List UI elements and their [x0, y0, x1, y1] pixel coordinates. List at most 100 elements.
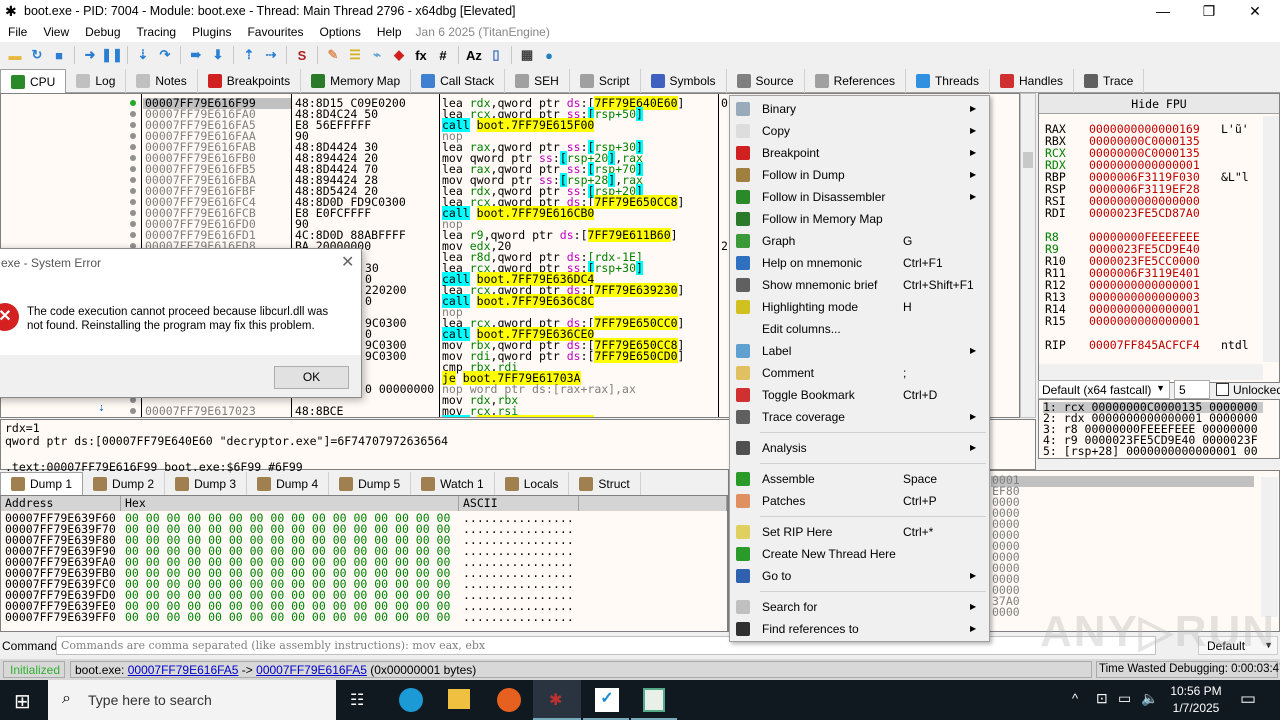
tab-source[interactable]: Source — [727, 69, 805, 93]
dump-header-ascii[interactable]: ASCII — [459, 496, 579, 511]
open-icon[interactable]: ▬ — [6, 46, 24, 64]
trace-into-icon[interactable]: ➠ — [187, 46, 205, 64]
register-row[interactable]: R8 00000000FEEEFEEE — [1045, 230, 1260, 244]
menu-item-set-rip-here[interactable]: Set RIP Here Ctrl+* — [730, 521, 989, 543]
tab-dump-3[interactable]: Dump 3 — [165, 472, 248, 495]
breakpoint-dot-icon[interactable] — [130, 199, 136, 205]
menu-item-assemble[interactable]: Assemble Space — [730, 468, 989, 490]
run-icon[interactable]: ➜ — [81, 46, 99, 64]
register-row[interactable]: R10 0000023FE5CC0000 — [1045, 254, 1260, 268]
minimize-button[interactable]: — — [1140, 0, 1186, 22]
register-row[interactable]: R15 0000000000000001 — [1045, 314, 1260, 328]
arg-count-spinner[interactable]: 5 — [1174, 380, 1210, 399]
device-icon[interactable]: ▯ — [487, 46, 505, 64]
ok-button[interactable]: OK — [274, 366, 349, 389]
argument-row[interactable]: 5: [rsp+28] 0000000000000001 00 — [1043, 445, 1258, 457]
globe-icon[interactable]: ● — [540, 46, 558, 64]
menu-item-search-for[interactable]: Search for ▶ — [730, 596, 989, 618]
register-row[interactable]: RBX 00000000C0000135 — [1045, 134, 1260, 148]
register-row[interactable]: R14 0000000000000001 — [1045, 302, 1260, 316]
trace-over-icon[interactable]: ⬇ — [209, 46, 227, 64]
bookmarks-icon[interactable]: ◆ — [390, 46, 408, 64]
menu-file[interactable]: File — [0, 22, 35, 39]
register-row[interactable]: RDI 0000023FE5CD87A0 — [1045, 206, 1260, 220]
taskbar-x64dbg[interactable]: ✱ — [533, 680, 581, 720]
breakpoint-dot-icon[interactable] — [130, 210, 136, 216]
breakpoint-dot-icon[interactable] — [130, 133, 136, 139]
menu-item-binary[interactable]: Binary ▶ — [730, 98, 989, 120]
notifications-icon[interactable]: ▭ — [1240, 689, 1256, 709]
menu-item-follow-in-disassembler[interactable]: Follow in Disassembler ▶ — [730, 186, 989, 208]
breakpoint-dot-icon[interactable] — [130, 408, 136, 414]
calling-convention-select[interactable]: Default (x64 fastcall) ▼ — [1038, 380, 1170, 399]
tab-trace[interactable]: Trace — [1074, 69, 1145, 93]
breakpoint-dot-icon[interactable] — [130, 111, 136, 117]
breakpoint-dot-icon[interactable] — [130, 166, 136, 172]
tab-dump-4[interactable]: Dump 4 — [247, 472, 330, 495]
comments-icon[interactable]: ☰ — [346, 46, 364, 64]
tab-cpu[interactable]: CPU — [0, 69, 67, 93]
breakpoint-dot-icon[interactable] — [130, 221, 136, 227]
dump-row[interactable]: 00007FF79E639FF0 00 00 00 00 00 00 00 00 … — [5, 611, 574, 623]
close-button[interactable]: ✕ — [1232, 0, 1278, 22]
patches-icon[interactable]: ✎ — [324, 46, 342, 64]
menu-item-create-new-thread-here[interactable]: Create New Thread Here — [730, 543, 989, 565]
menu-item-edit-columns[interactable]: Edit columns... — [730, 318, 989, 340]
dump-header-empty[interactable] — [579, 496, 727, 511]
breakpoint-dot-icon[interactable] — [130, 232, 136, 238]
menu-item-show-mnemonic-brief[interactable]: Show mnemonic brief Ctrl+Shift+F1 — [730, 274, 989, 296]
menu-item-analysis[interactable]: Analysis ▶ — [730, 437, 989, 459]
pause-icon[interactable]: ❚❚ — [101, 46, 123, 64]
tab-symbols[interactable]: Symbols — [641, 69, 727, 93]
breakpoint-dot-icon[interactable] — [130, 177, 136, 183]
menu-item-help-on-mnemonic[interactable]: Help on mnemonic Ctrl+F1 — [730, 252, 989, 274]
menu-item-label[interactable]: Label ▶ — [730, 340, 989, 362]
tray-network-icon[interactable]: ⊡ — [1096, 690, 1108, 707]
tab-locals[interactable]: Locals — [495, 472, 570, 495]
taskbar-app3[interactable] — [631, 680, 677, 720]
volume-icon[interactable]: 🔈 — [1141, 690, 1158, 707]
menu-item-find-references-to[interactable]: Find references to ▶ — [730, 618, 989, 640]
register-value[interactable]: 0000023FE5CD87A0 — [1089, 206, 1200, 220]
stack-scrollbar[interactable] — [1261, 477, 1278, 617]
tab-call-stack[interactable]: Call Stack — [411, 69, 506, 93]
clock-date[interactable]: 1/7/2025 — [1168, 701, 1224, 715]
breakpoint-dot-icon[interactable] — [130, 122, 136, 128]
restart-icon[interactable]: ↻ — [28, 46, 46, 64]
clock-time[interactable]: 10:56 PM — [1168, 684, 1224, 698]
menu-item-patches[interactable]: Patches Ctrl+P — [730, 490, 989, 512]
register-row[interactable]: RSI 0000000000000000 — [1045, 194, 1260, 208]
step-into-icon[interactable]: ⇣ — [134, 46, 152, 64]
register-row[interactable]: R12 0000000000000001 — [1045, 278, 1260, 292]
register-row[interactable]: R9 0000023FE5CD9E40 — [1045, 242, 1260, 256]
command-input[interactable]: Commands are comma separated (like assem… — [56, 636, 1156, 655]
registers-hscrollbar[interactable] — [1039, 364, 1263, 380]
menu-help[interactable]: Help — [369, 22, 410, 39]
calculator-icon[interactable]: ▦ — [518, 46, 536, 64]
edge-icon[interactable] — [399, 688, 423, 712]
tab-struct[interactable]: Struct — [569, 472, 641, 495]
tab-breakpoints[interactable]: Breakpoints — [198, 69, 302, 93]
menu-view[interactable]: View — [35, 22, 77, 39]
menu-item-trace-coverage[interactable]: Trace coverage ▶ — [730, 406, 989, 428]
tab-notes[interactable]: Notes — [126, 69, 198, 93]
disassembly-scrollbar[interactable] — [1020, 93, 1036, 418]
tab-memory-map[interactable]: Memory Map — [301, 69, 412, 93]
dump-header-address[interactable]: Address — [1, 496, 121, 511]
tab-dump-5[interactable]: Dump 5 — [329, 472, 412, 495]
hash-icon[interactable]: # — [434, 46, 452, 64]
tab-references[interactable]: References — [805, 69, 906, 93]
tab-watch-1[interactable]: Watch 1 — [411, 472, 495, 495]
menu-favourites[interactable]: Favourites — [239, 22, 311, 39]
dump-header-hex[interactable]: Hex — [121, 496, 459, 511]
menu-item-go-to[interactable]: Go to ▶ — [730, 565, 989, 587]
windows-start-icon[interactable]: ⊞ — [14, 689, 31, 714]
menu-plugins[interactable]: Plugins — [184, 22, 239, 39]
menu-options[interactable]: Options — [311, 22, 368, 39]
register-row[interactable]: RAX 0000000000000169 L'ũ' — [1045, 122, 1260, 136]
task-view-icon[interactable]: ☷ — [350, 690, 364, 710]
breakpoint-dot-icon[interactable] — [130, 155, 136, 161]
menu-tracing[interactable]: Tracing — [129, 22, 185, 39]
file-explorer-icon[interactable] — [448, 689, 470, 709]
tab-dump-1[interactable]: Dump 1 — [0, 472, 84, 495]
